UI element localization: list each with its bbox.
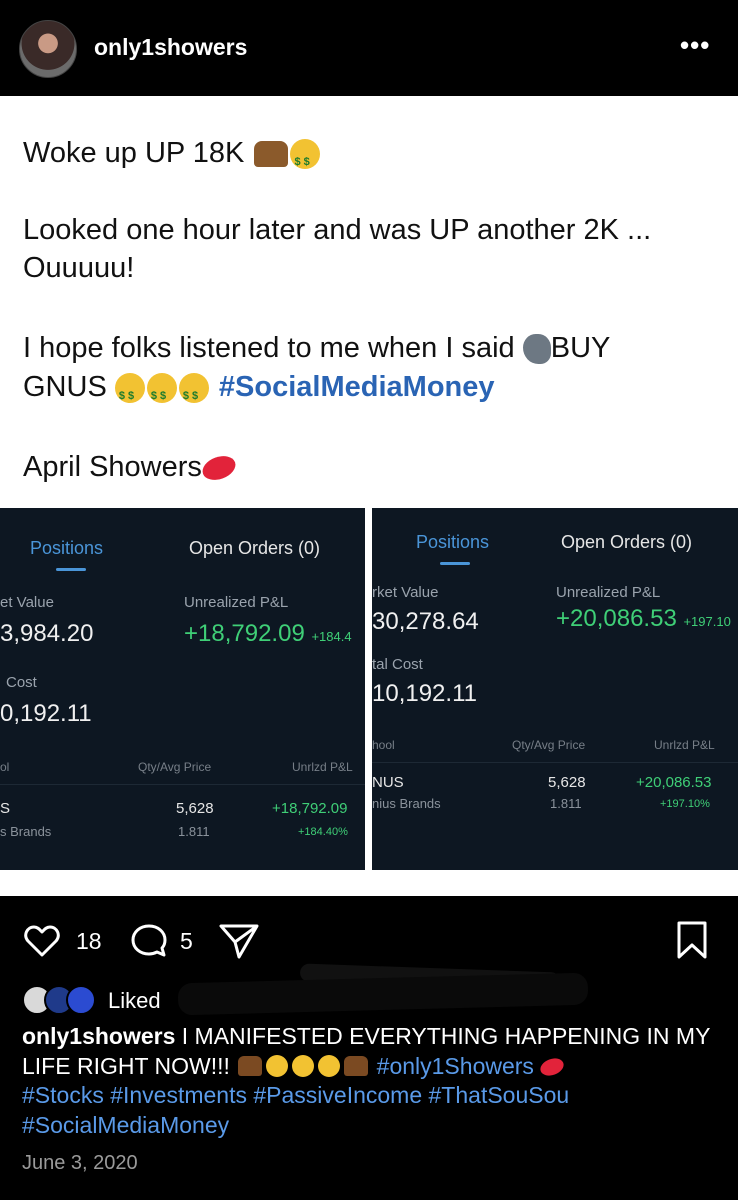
position-symbol: S <box>0 800 11 817</box>
unrealized-pl-percent: +197.10 <box>683 614 731 629</box>
row-divider <box>0 784 365 785</box>
caption-hashtag[interactable]: #SocialMediaMoney <box>22 1112 229 1138</box>
header-username[interactable]: only1showers <box>94 34 247 61</box>
comment-count[interactable]: 5 <box>180 928 193 955</box>
more-horizontal-icon[interactable]: ••• <box>680 30 710 61</box>
unrealized-pl-amount: +20,086.53 <box>556 605 677 632</box>
money-mouth-emoji-icon <box>266 1054 289 1077</box>
post-caption: only1showers I MANIFESTED EVERYTHING HAP… <box>22 1022 722 1140</box>
position-pl-percent: +197.10% <box>660 798 710 810</box>
post-line-1-text: Woke up UP 18K <box>23 137 245 169</box>
tab-open-orders: Open Orders (0) <box>561 532 693 552</box>
tab-positions: Positions <box>30 538 104 558</box>
row-divider <box>372 762 738 763</box>
caption-hashtags[interactable]: #Stocks #Investments #PassiveIncome #Tha… <box>22 1082 569 1108</box>
position-name: s Brands <box>0 824 52 839</box>
post-date: June 3, 2020 <box>22 1152 138 1174</box>
share-send-icon[interactable] <box>218 922 260 960</box>
comment-icon[interactable] <box>130 923 168 959</box>
unrealized-pl-value: +18,792.09 +184.4 <box>184 620 352 648</box>
kiss-lips-emoji-icon <box>199 452 239 485</box>
post-line-6-text: April Showers <box>23 451 202 483</box>
money-mouth-emoji-icon <box>178 373 209 415</box>
unrealized-pl-amount: +18,792.09 <box>184 620 305 647</box>
like-count[interactable]: 18 <box>76 928 102 955</box>
liked-by-text[interactable]: Liked <box>108 988 161 1014</box>
liker-avatar[interactable] <box>66 985 96 1015</box>
market-value-label: et Value <box>0 594 54 611</box>
cost-label: tal Cost <box>372 656 423 673</box>
tab-underline <box>56 568 86 571</box>
money-mouth-emoji-icon <box>114 373 145 415</box>
heart-icon[interactable] <box>24 924 60 958</box>
tab-positions: Positions <box>416 532 490 552</box>
unrealized-pl-percent: +184.4 <box>311 629 352 644</box>
unrealized-pl-label: Unrealized P&L <box>184 594 289 611</box>
post-hashtag[interactable]: #SocialMediaMoney <box>219 371 495 403</box>
post-line-6: April Showers <box>23 448 239 486</box>
money-mouth-emoji-icon <box>146 373 177 415</box>
brokerage-screenshot-1: Positions Open Orders (0) et Value Unrea… <box>0 508 365 870</box>
column-unrealized: Unrlzd P&L <box>292 760 353 774</box>
column-qty-avg: Qty/Avg Price <box>512 738 586 752</box>
position-symbol: NUS <box>372 774 404 791</box>
user-avatar[interactable] <box>19 20 77 78</box>
brokerage-screenshot-2: Positions Open Orders (0) rket Value Unr… <box>372 508 738 870</box>
speaking-head-emoji-icon <box>522 334 551 365</box>
cost-value: 0,192.11 <box>0 700 92 727</box>
cropped-text-fragment: ⌒⌒⌒⌒ ⌒ <box>40 96 188 114</box>
money-mouth-emoji-icon <box>318 1054 341 1077</box>
cost-label: Cost <box>6 674 37 691</box>
column-symbol: ol <box>0 760 10 774</box>
raised-hands-emoji-icon <box>254 141 289 168</box>
post-header: only1showers ••• <box>0 0 738 96</box>
position-pl: +18,792.09 <box>272 800 348 817</box>
post-line-2: Looked one hour later and was UP another… <box>23 214 652 246</box>
position-qty: 5,628 <box>176 800 214 817</box>
position-pl-percent: +184.40% <box>298 826 348 838</box>
cost-value: 10,192.11 <box>372 680 477 707</box>
tab-underline <box>440 562 470 565</box>
post-line-4-text: I hope folks listened to me when I said <box>23 332 515 364</box>
market-value: 3,984.20 <box>0 620 94 647</box>
money-mouth-emoji-icon <box>292 1054 315 1077</box>
market-value-label: rket Value <box>372 584 439 601</box>
position-pl: +20,086.53 <box>636 774 712 791</box>
position-name: nius Brands <box>372 796 441 811</box>
tab-open-orders: Open Orders (0) <box>189 538 321 558</box>
kiss-lips-emoji-icon <box>537 1054 566 1079</box>
post-line-5-text: GNUS <box>23 371 107 403</box>
bookmark-icon[interactable] <box>675 920 709 960</box>
unrealized-pl-label: Unrealized P&L <box>556 584 661 601</box>
position-avg-price: 1.811 <box>550 796 582 811</box>
post-line-3: Ouuuuu! <box>23 252 135 284</box>
unrealized-pl-value: +20,086.53 +197.10 <box>556 605 731 633</box>
column-symbol: hool <box>372 738 395 752</box>
column-unrealized: Unrlzd P&L <box>654 738 715 752</box>
post-line-1: Woke up UP 18K <box>23 134 322 181</box>
money-mouth-emoji-icon <box>290 139 321 181</box>
raised-hands-emoji-icon <box>344 1055 369 1076</box>
column-qty-avg: Qty/Avg Price <box>138 760 212 774</box>
post-line-4-end: BUY <box>550 332 611 364</box>
raised-hands-emoji-icon <box>238 1055 263 1076</box>
post-line-4: I hope folks listened to me when I said … <box>23 329 610 367</box>
caption-hashtag[interactable]: #only1Showers <box>377 1053 534 1079</box>
market-value: 30,278.64 <box>372 608 479 635</box>
position-avg-price: 1.811 <box>178 824 210 839</box>
caption-username[interactable]: only1showers <box>22 1023 175 1049</box>
position-qty: 5,628 <box>548 774 586 791</box>
post-line-5: GNUS #SocialMediaMoney <box>23 368 495 415</box>
